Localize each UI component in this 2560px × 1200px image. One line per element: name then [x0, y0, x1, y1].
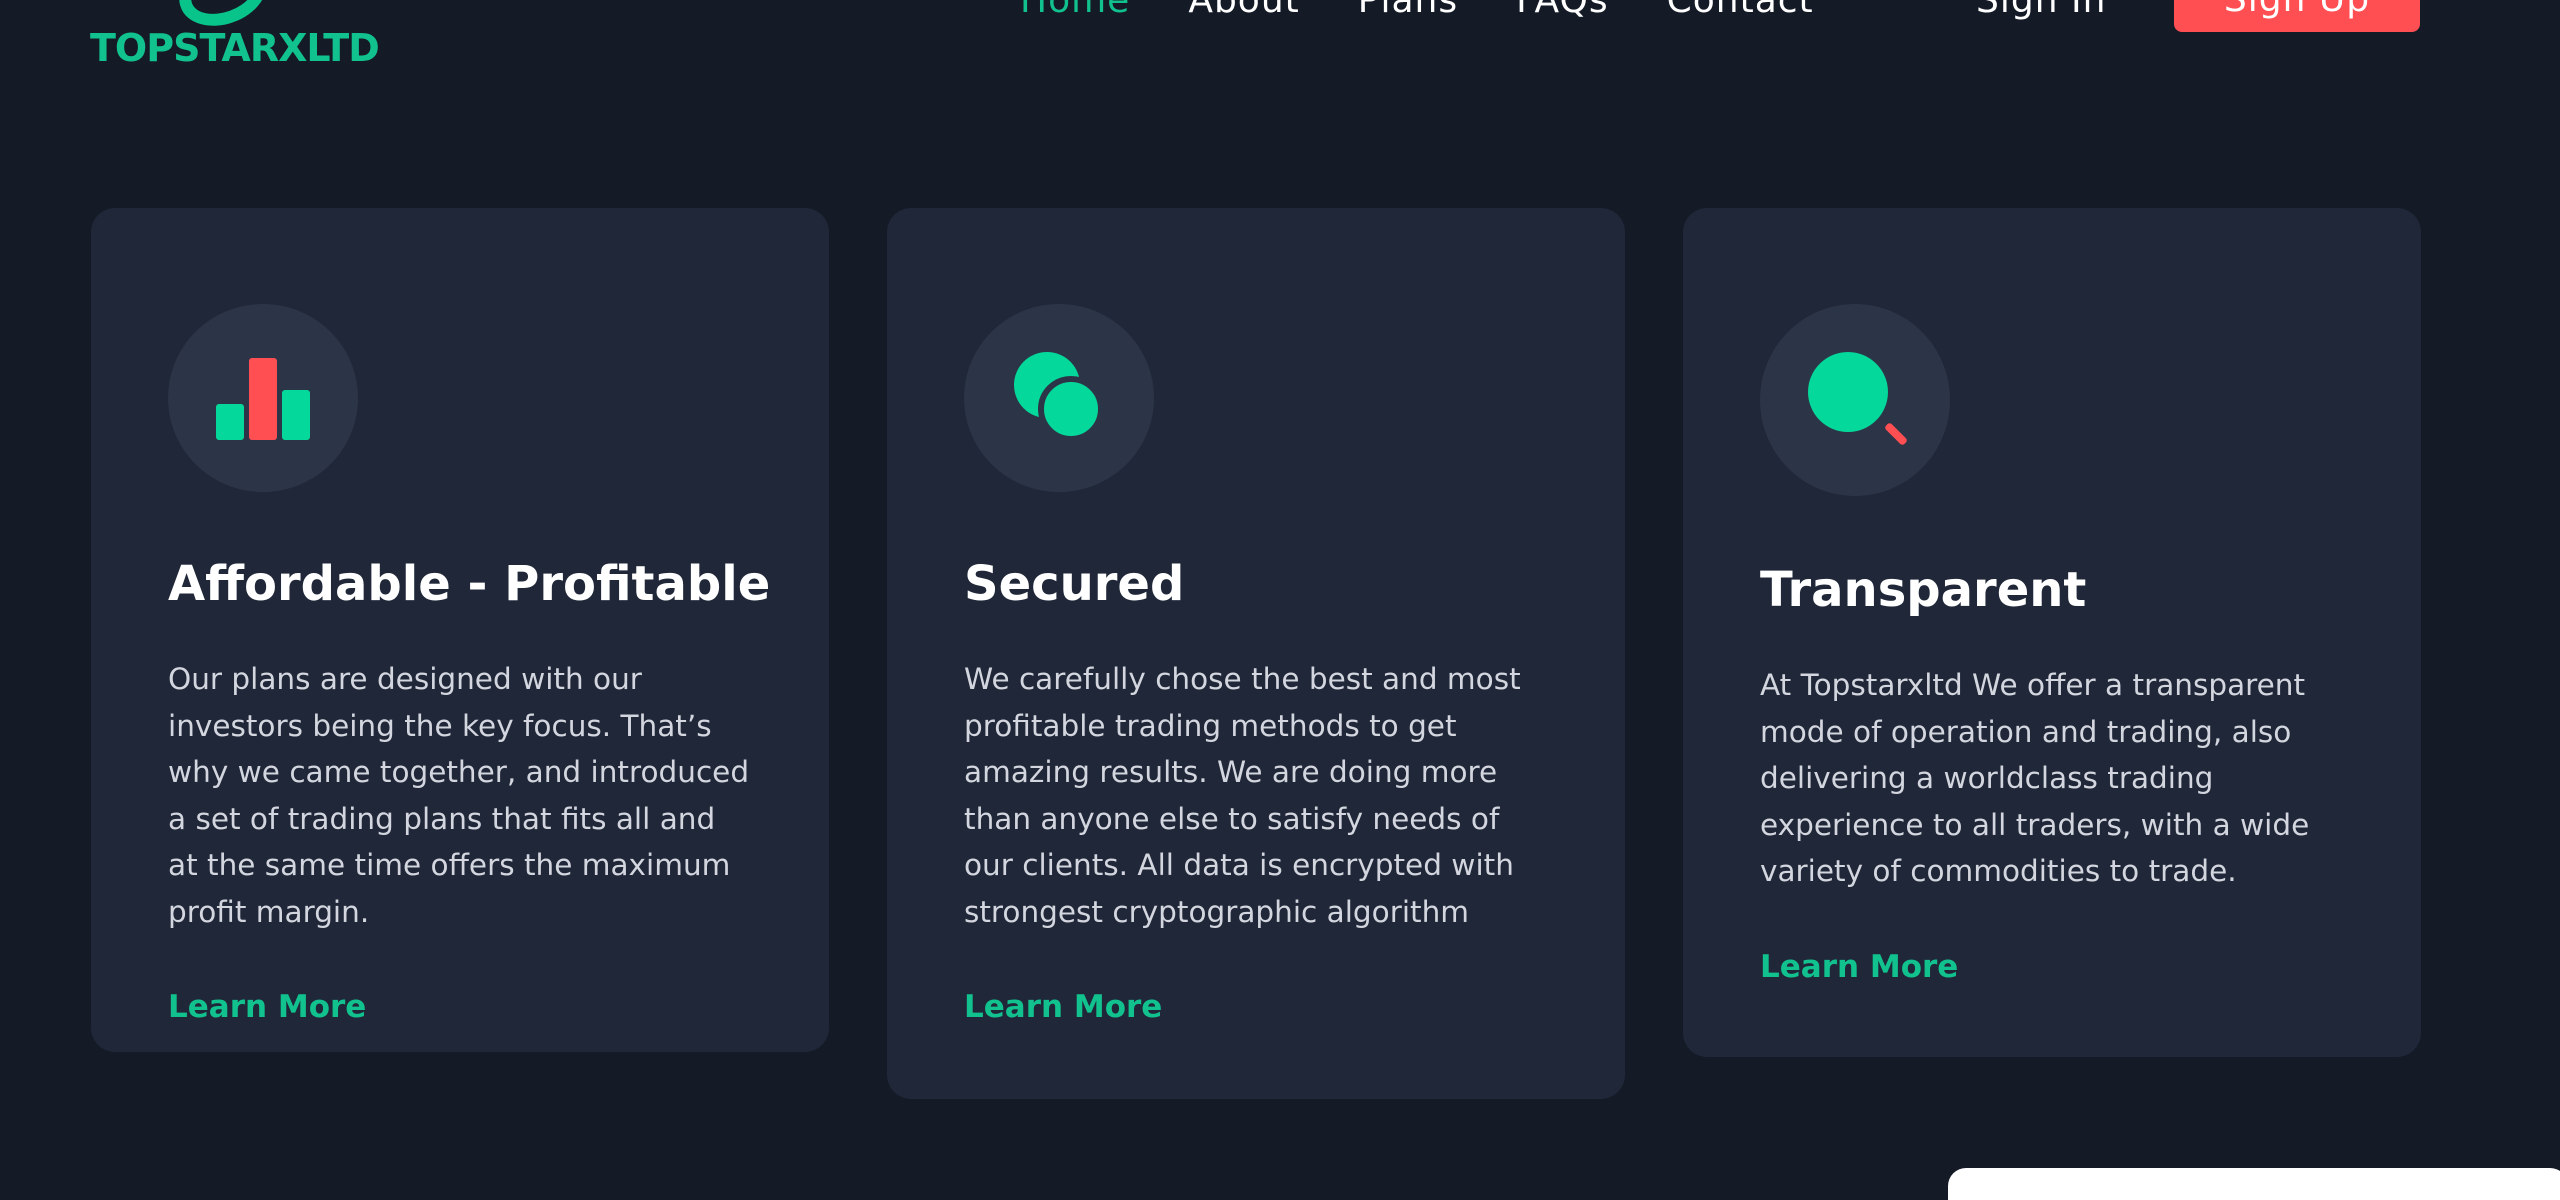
sign-in-link[interactable]: Sign In — [1976, 0, 2106, 21]
learn-more-link[interactable]: Learn More — [1760, 949, 1958, 985]
feature-title: Transparent — [1760, 562, 2087, 618]
chat-widget[interactable] — [1948, 1168, 2560, 1200]
feature-card-transparent: Transparent At Topstarxltd We offer a tr… — [1683, 208, 2421, 1057]
feature-description: At Topstarxltd We offer a transparent mo… — [1760, 668, 2310, 888]
learn-more-link[interactable]: Learn More — [168, 989, 366, 1025]
nav-link-contact[interactable]: Contact — [1667, 0, 1814, 21]
feature-description: We carefully chose the best and most pro… — [964, 662, 1521, 929]
feature-title: Secured — [964, 556, 1185, 612]
feature-card-affordable: Affordable - Profitable Our plans are de… — [91, 208, 829, 1052]
bar-chart-icon — [168, 304, 358, 492]
brand-logo[interactable]: TOPSTARXLTD — [90, 0, 380, 72]
nav-link-plans[interactable]: Plans — [1358, 0, 1458, 21]
sign-up-button[interactable]: Sign Up — [2174, 0, 2420, 32]
page: TOPSTARXLTD Home About Plans FAQs Contac… — [0, 0, 2560, 1200]
nav-link-home[interactable]: Home — [1020, 0, 1130, 21]
feature-title: Affordable - Profitable — [168, 556, 771, 612]
search-icon — [1760, 304, 1950, 496]
overlapping-circles-icon — [964, 304, 1154, 492]
nav-link-faqs[interactable]: FAQs — [1516, 0, 1609, 21]
learn-more-link[interactable]: Learn More — [964, 989, 1162, 1025]
main-nav: Home About Plans FAQs Contact — [1020, 0, 1872, 21]
feature-card-secured: Secured We carefully chose the best and … — [887, 208, 1625, 1099]
nav-link-about[interactable]: About — [1188, 0, 1299, 21]
feature-description: Our plans are designed with our investor… — [168, 662, 750, 929]
brand-name: TOPSTARXLTD — [90, 26, 380, 70]
